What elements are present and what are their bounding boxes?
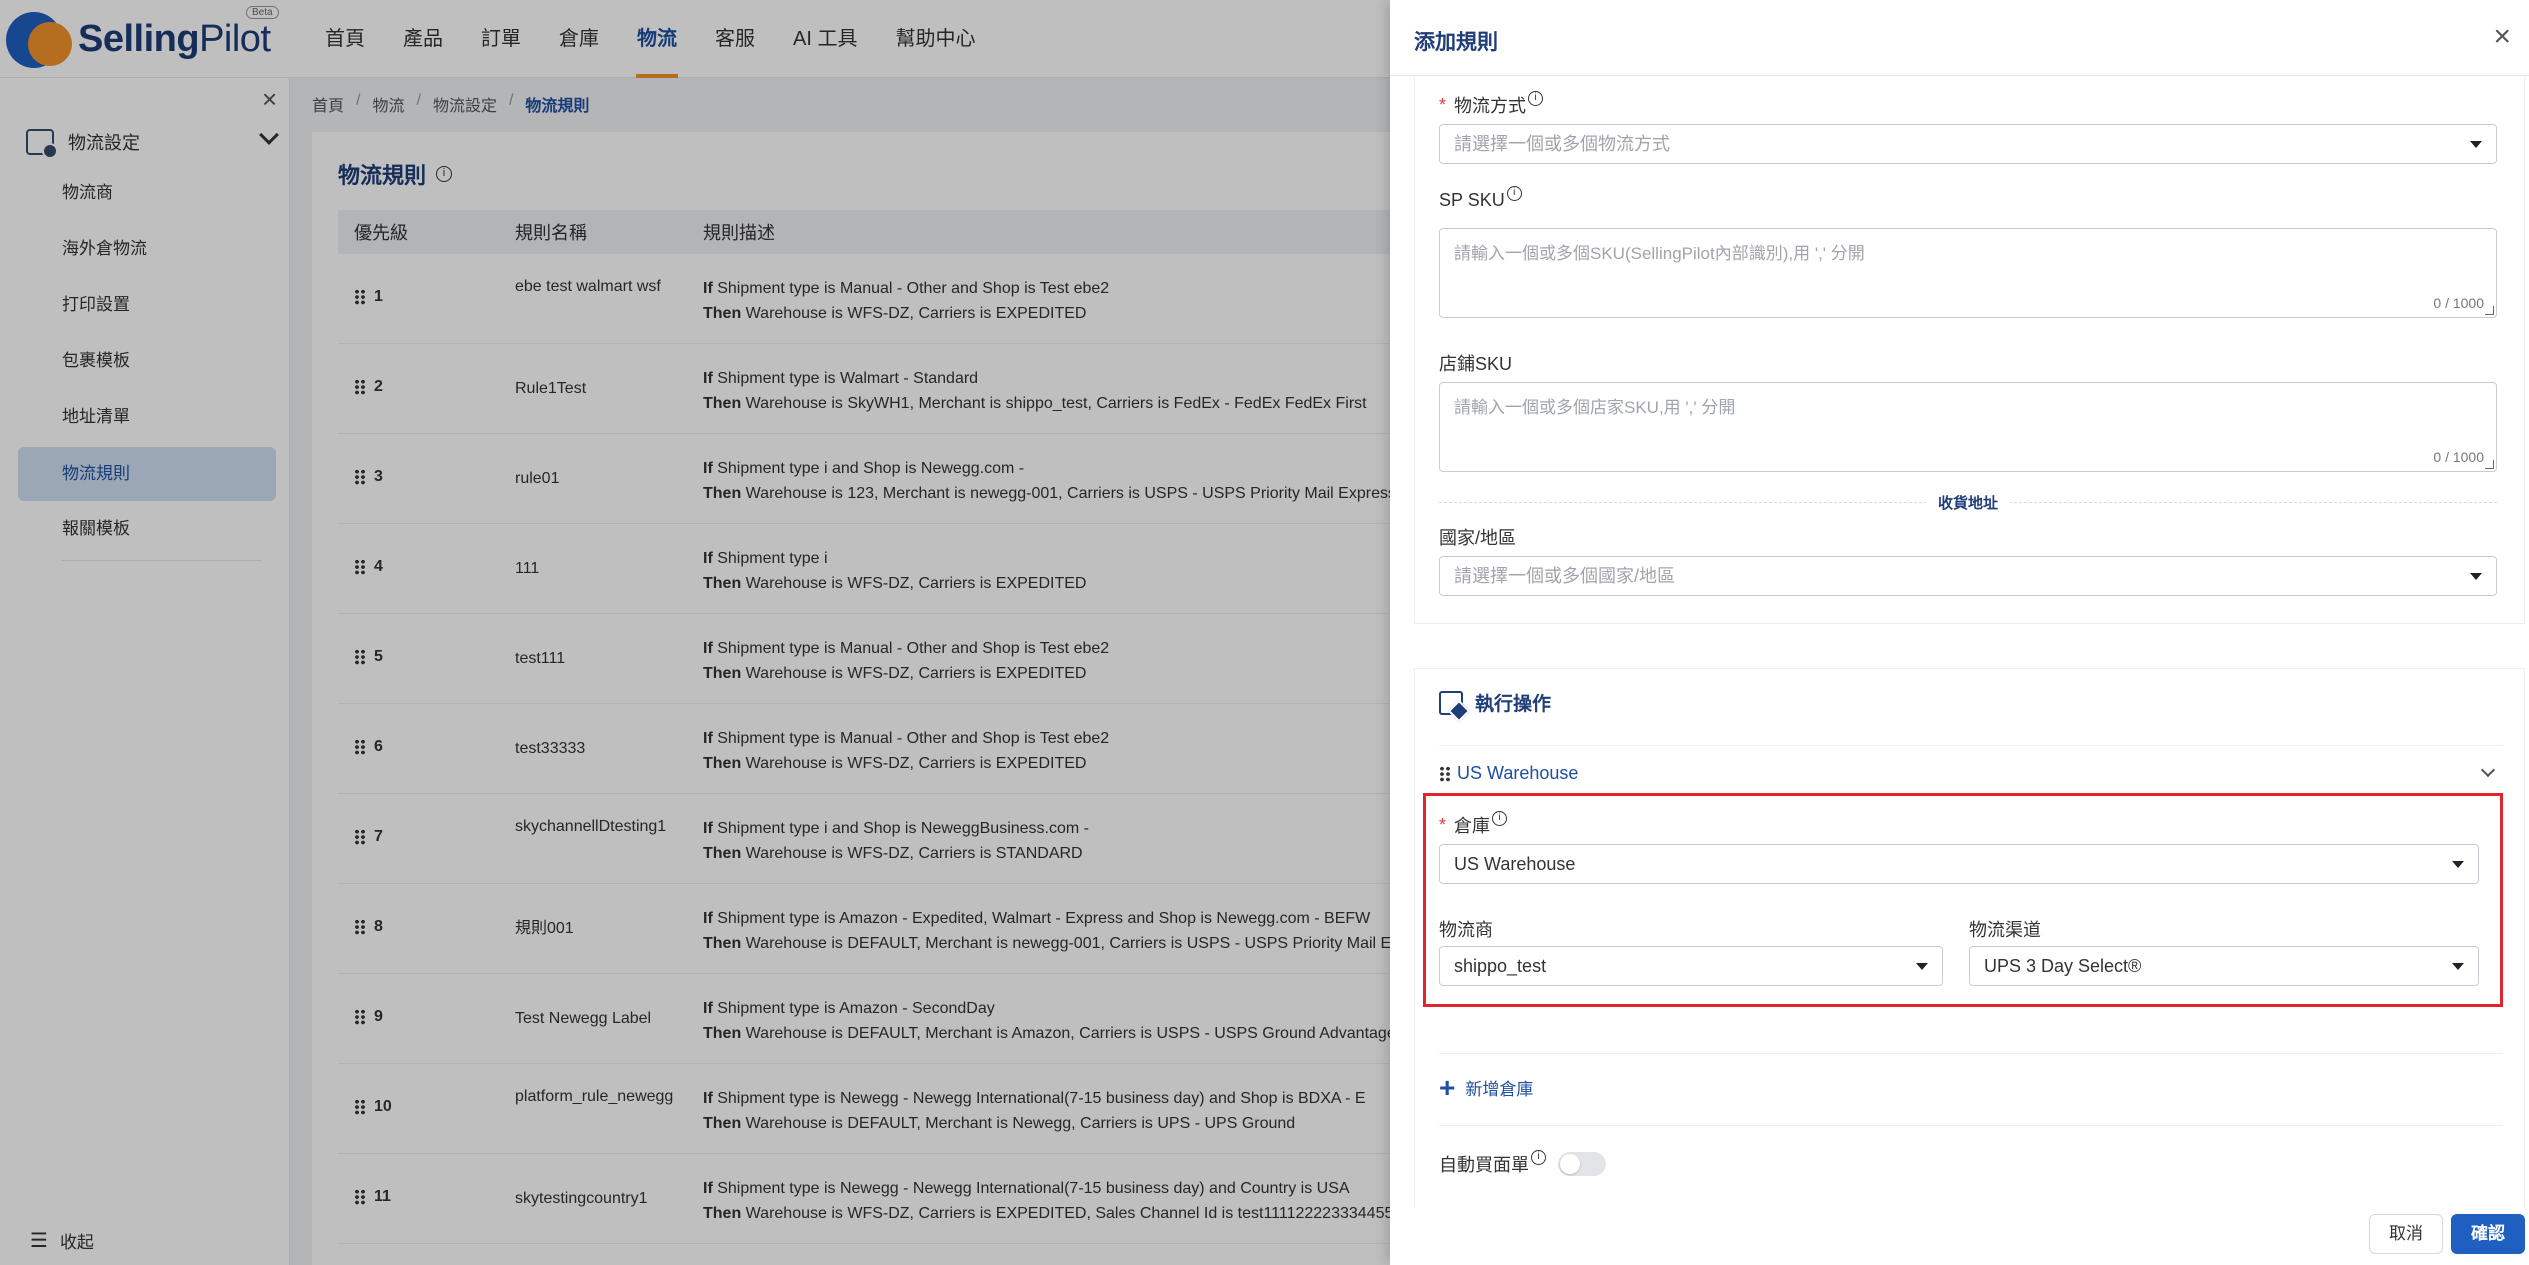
plus-icon: +	[1439, 1071, 1456, 1103]
required-mark: *	[1439, 814, 1447, 835]
info-icon[interactable]: i	[1531, 1149, 1546, 1165]
warehouse-select[interactable]: US Warehouse	[1439, 844, 2479, 884]
address-divider-label: 收貨地址	[1925, 492, 2011, 513]
address-divider: 收貨地址	[1439, 492, 2497, 513]
country-select[interactable]: 請選擇一個或多個國家/地區	[1439, 556, 2497, 596]
caret-down-icon	[2470, 573, 2482, 580]
shop-sku-placeholder: 請輸入一個或多個店家SKU,用 ',' 分開	[1454, 398, 1736, 417]
channel-select[interactable]: UPS 3 Day Select®	[1969, 946, 2479, 986]
execute-icon	[1439, 690, 1463, 715]
channel-label: 物流渠道	[1969, 920, 2041, 940]
warehouse-group-header[interactable]: US Warehouse	[1439, 762, 2503, 784]
divider	[1439, 1125, 2503, 1126]
highlight-box: * 倉庫 i US Warehouse 物流商 shippo_test 物流渠道	[1423, 793, 2503, 1007]
channel-value: UPS 3 Day Select®	[1984, 956, 2142, 976]
warehouse-value: US Warehouse	[1454, 854, 1576, 874]
caret-down-icon	[2452, 861, 2464, 868]
logistics-method-placeholder: 請選擇一個或多個物流方式	[1454, 134, 1670, 154]
caret-down-icon	[1916, 963, 1928, 970]
info-icon[interactable]: i	[1506, 186, 1522, 201]
shop-sku-label: 店鋪SKU	[1439, 354, 1513, 374]
auto-label-label: 自動買面單	[1439, 1155, 1529, 1175]
add-rule-drawer: 添加規則 × * 物流方式 i 請選擇一個或多個物流方式 SP SKU i 請輸…	[1390, 0, 2529, 1265]
shop-sku-textarea[interactable]: 請輸入一個或多個店家SKU,用 ',' 分開 0 / 1000	[1439, 382, 2497, 472]
auto-label-toggle[interactable]	[1558, 1152, 1606, 1176]
drag-handle-icon[interactable]	[1439, 765, 1451, 782]
caret-down-icon	[2470, 141, 2482, 148]
add-warehouse-button[interactable]: + 新增倉庫	[1439, 1071, 1534, 1103]
warehouse-label: 倉庫	[1454, 816, 1491, 836]
add-warehouse-label: 新增倉庫	[1465, 1080, 1534, 1099]
info-icon[interactable]: i	[1492, 810, 1508, 826]
resize-handle[interactable]	[2485, 460, 2494, 469]
resize-handle[interactable]	[2485, 306, 2494, 315]
carrier-select[interactable]: shippo_test	[1439, 946, 1943, 986]
carrier-value: shippo_test	[1454, 956, 1547, 976]
country-label: 國家/地區	[1439, 528, 1517, 548]
drawer-body: * 物流方式 i 請選擇一個或多個物流方式 SP SKU i 請輸入一個或多個S…	[1414, 76, 2529, 1206]
actions-section-title: 執行操作	[1475, 694, 1552, 715]
carrier-label: 物流商	[1439, 920, 1493, 940]
country-placeholder: 請選擇一個或多個國家/地區	[1454, 566, 1675, 586]
divider	[1439, 1053, 2503, 1054]
drawer-header: 添加規則 ×	[1390, 0, 2529, 76]
cancel-button[interactable]: 取消	[2369, 1214, 2443, 1254]
sp-sku-label: SP SKU	[1439, 190, 1505, 210]
confirm-button[interactable]: 確認	[2451, 1214, 2525, 1254]
logistics-method-select[interactable]: 請選擇一個或多個物流方式	[1439, 124, 2497, 164]
shop-sku-char-count: 0 / 1000	[2433, 449, 2484, 465]
sp-sku-char-count: 0 / 1000	[2433, 295, 2484, 311]
caret-down-icon	[2452, 963, 2464, 970]
divider	[1439, 745, 2503, 746]
chevron-down-icon[interactable]	[2480, 762, 2496, 778]
sp-sku-placeholder: 請輸入一個或多個SKU(SellingPilot內部識別),用 ',' 分開	[1454, 244, 1865, 263]
drawer-footer: 取消 確認	[1390, 1206, 2529, 1265]
modal-backdrop[interactable]	[0, 0, 1390, 1265]
conditions-section: * 物流方式 i 請選擇一個或多個物流方式 SP SKU i 請輸入一個或多個S…	[1414, 76, 2525, 624]
sp-sku-textarea[interactable]: 請輸入一個或多個SKU(SellingPilot內部識別),用 ',' 分開 0…	[1439, 228, 2497, 318]
info-icon[interactable]: i	[1528, 90, 1544, 106]
logistics-method-label: 物流方式	[1454, 96, 1527, 116]
actions-section: 執行操作 US Warehouse * 倉庫 i US Warehouse 物流…	[1414, 668, 2525, 1206]
required-mark: *	[1439, 94, 1447, 115]
warehouse-group-title: US Warehouse	[1457, 763, 1579, 783]
drawer-title: 添加規則	[1414, 31, 1498, 54]
close-icon[interactable]: ×	[2493, 20, 2511, 54]
